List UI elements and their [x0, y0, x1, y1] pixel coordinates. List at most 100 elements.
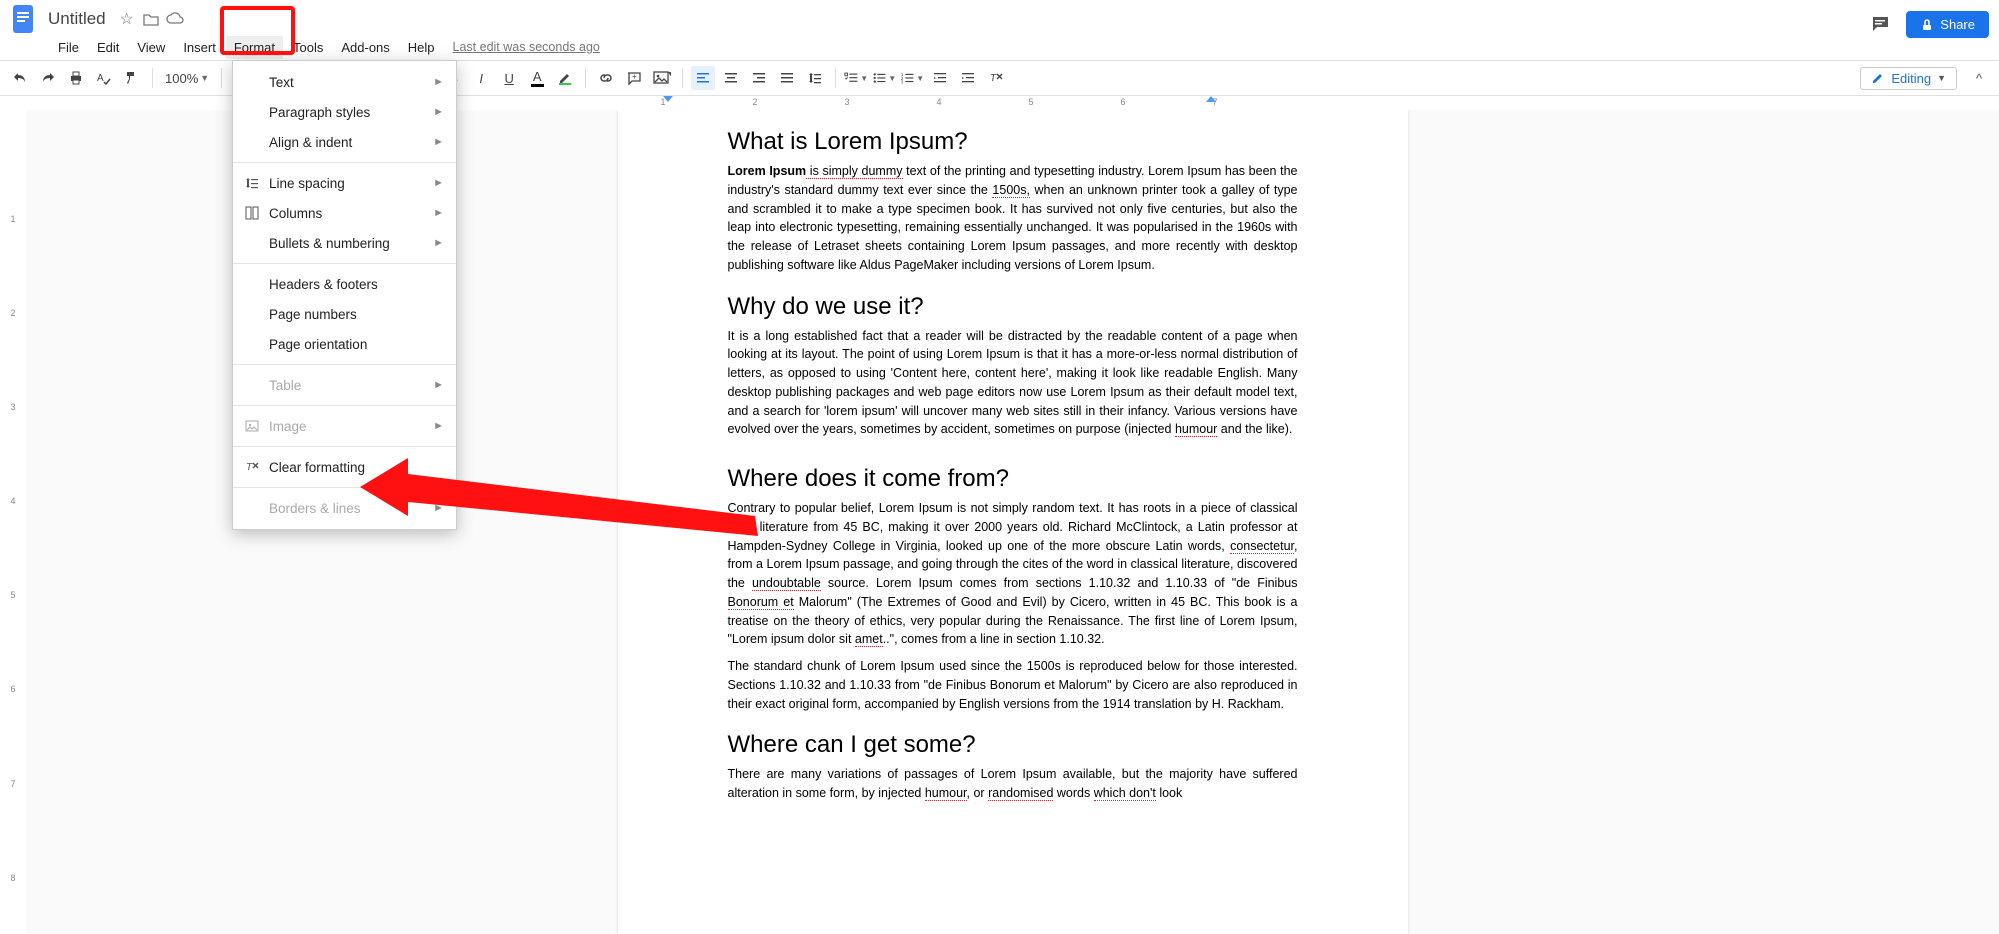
text-color-button[interactable]: A — [525, 66, 549, 90]
align-center-button[interactable] — [719, 66, 743, 90]
paragraph-1: Lorem Ipsum is simply dummy text of the … — [728, 162, 1298, 275]
increase-indent-button[interactable] — [956, 66, 980, 90]
line-spacing-button[interactable] — [803, 66, 827, 90]
zoom-value: 100% — [165, 71, 198, 86]
submenu-arrow-icon: ► — [433, 177, 444, 189]
format-menu-dropdown: Text►Paragraph styles►Align & indent►Lin… — [232, 60, 457, 530]
doc-name[interactable]: Untitled — [44, 7, 110, 31]
insert-link-button[interactable] — [594, 66, 618, 90]
menu-edit[interactable]: Edit — [89, 36, 127, 59]
format-item-page-numbers[interactable]: Page numbers — [233, 299, 456, 329]
format-item-text[interactable]: Text ► — [233, 67, 456, 97]
menu-file[interactable]: File — [50, 36, 87, 59]
format-item-headers-footers[interactable]: Headers & footers — [233, 269, 456, 299]
first-line-indent-marker[interactable] — [663, 96, 673, 110]
menu-view[interactable]: View — [129, 36, 173, 59]
format-item-bullets-numbering[interactable]: Bullets & numbering ► — [233, 228, 456, 258]
format-item-label: Bullets & numbering — [269, 236, 390, 251]
cloud-status-icon[interactable] — [166, 10, 184, 28]
menu-help[interactable]: Help — [400, 36, 443, 59]
paragraph-5: There are many variations of passages of… — [728, 765, 1298, 803]
heading-where-from: Where does it come from? — [728, 465, 1298, 493]
menu-tools[interactable]: Tools — [285, 36, 331, 59]
format-item-label: Table — [269, 378, 301, 393]
right-indent-marker[interactable] — [1206, 96, 1216, 110]
submenu-arrow-icon: ► — [433, 420, 444, 432]
title-mini-icons: ☆ — [118, 10, 184, 28]
numbered-list-button[interactable]: 123▼ — [900, 66, 924, 90]
ruler-number: 3 — [844, 97, 849, 107]
decrease-indent-button[interactable] — [928, 66, 952, 90]
editing-mode-button[interactable]: Editing ▼ — [1860, 67, 1957, 90]
format-item-label: Borders & lines — [269, 501, 361, 516]
vertical-ruler[interactable]: 12345678 — [0, 110, 26, 934]
svg-text:T: T — [246, 462, 253, 473]
clear-formatting-button[interactable]: T — [984, 66, 1008, 90]
align-left-button[interactable] — [691, 66, 715, 90]
menu-addons[interactable]: Add-ons — [333, 36, 397, 59]
ruler-number: 6 — [1120, 97, 1125, 107]
docs-logo[interactable] — [10, 2, 36, 36]
print-button[interactable] — [64, 66, 88, 90]
format-item-label: Paragraph styles — [269, 105, 370, 120]
redo-button[interactable] — [36, 66, 60, 90]
submenu-arrow-icon: ► — [433, 136, 444, 148]
format-item-label: Page numbers — [269, 307, 357, 322]
menu-format[interactable]: Format — [226, 36, 283, 59]
highlight-color-button[interactable] — [553, 66, 577, 90]
submenu-arrow-icon: ► — [433, 207, 444, 219]
columns-icon — [243, 204, 261, 222]
spellcheck-button[interactable]: A — [92, 66, 116, 90]
vruler-number: 7 — [10, 779, 15, 789]
vruler-number: 3 — [10, 402, 15, 412]
last-edit-link[interactable]: Last edit was seconds ago — [453, 40, 600, 54]
bulleted-list-button[interactable]: ▼ — [872, 66, 896, 90]
vruler-number: 5 — [10, 590, 15, 600]
format-item-label: Headers & footers — [269, 277, 378, 292]
italic-button[interactable]: I — [469, 66, 493, 90]
format-item-page-orientation[interactable]: Page orientation — [233, 329, 456, 359]
align-justify-button[interactable] — [775, 66, 799, 90]
submenu-arrow-icon: ► — [433, 106, 444, 118]
submenu-arrow-icon: ► — [433, 76, 444, 88]
menu-insert[interactable]: Insert — [175, 36, 224, 59]
heading-what-is: What is Lorem Ipsum? — [728, 128, 1298, 156]
undo-button[interactable] — [8, 66, 32, 90]
format-item-clear-formatting[interactable]: T Clear formatting — [233, 452, 456, 482]
align-right-button[interactable] — [747, 66, 771, 90]
format-item-label: Clear formatting — [269, 460, 365, 475]
submenu-arrow-icon: ► — [433, 379, 444, 391]
zoom-dropdown[interactable]: 100%▼ — [161, 71, 213, 86]
underline-button[interactable]: U — [497, 66, 521, 90]
format-item-image: Image► — [233, 411, 456, 441]
vruler-number: 2 — [10, 308, 15, 318]
heading-why: Why do we use it? — [728, 293, 1298, 321]
submenu-arrow-icon: ► — [433, 502, 444, 514]
insert-image-button[interactable]: ▼ — [650, 66, 674, 90]
star-icon[interactable]: ☆ — [118, 10, 136, 28]
ruler-number: 4 — [936, 97, 941, 107]
svg-text:▼: ▼ — [667, 71, 671, 78]
format-item-label: Line spacing — [269, 176, 345, 191]
paint-format-button[interactable] — [120, 66, 144, 90]
document-page[interactable]: What is Lorem Ipsum? Lorem Ipsum is simp… — [618, 110, 1408, 934]
format-item-line-spacing[interactable]: Line spacing ► — [233, 168, 456, 198]
line-spacing-icon — [243, 174, 261, 192]
format-item-paragraph-styles[interactable]: Paragraph styles ► — [233, 97, 456, 127]
paragraph-3: Contrary to popular belief, Lorem Ipsum … — [728, 499, 1298, 649]
format-item-label: Text — [269, 75, 294, 90]
clear-format-icon: T — [243, 458, 261, 476]
format-item-table: Table ► — [233, 370, 456, 400]
editing-mode-label: Editing — [1891, 71, 1931, 86]
add-comment-button[interactable]: + — [622, 66, 646, 90]
format-item-align-indent[interactable]: Align & indent► — [233, 127, 456, 157]
vruler-number: 8 — [10, 873, 15, 883]
format-item-label: Columns — [269, 206, 322, 221]
hide-menus-button[interactable]: ^ — [1967, 66, 1991, 90]
share-label: Share — [1940, 17, 1975, 32]
move-icon[interactable] — [142, 10, 160, 28]
svg-text:T: T — [990, 73, 997, 84]
submenu-arrow-icon: ► — [433, 237, 444, 249]
checklist-button[interactable]: ▼ — [844, 66, 868, 90]
format-item-columns[interactable]: Columns ► — [233, 198, 456, 228]
